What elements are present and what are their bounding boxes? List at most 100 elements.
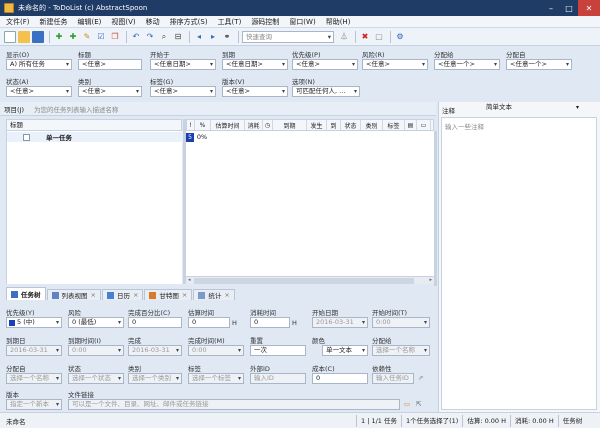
tab-list-view[interactable]: 列表视图 × — [46, 289, 101, 300]
pane-splitter[interactable] — [434, 131, 437, 286]
filter-alloc-to-select[interactable]: <任意一个> — [434, 59, 500, 70]
filter-icon[interactable]: ⏃ — [338, 31, 350, 43]
bookmark-icon[interactable]: ❐ — [109, 31, 121, 43]
tab-calendar[interactable]: 日历 × — [101, 289, 144, 300]
comments-format-select[interactable]: 简单文本 — [483, 103, 581, 114]
estimate-input[interactable]: 0 — [188, 317, 230, 328]
collapse-icon[interactable]: ⊟ — [172, 31, 184, 43]
start-time-select[interactable]: 0:00 — [372, 317, 430, 328]
edit-icon[interactable]: ✎ — [81, 31, 93, 43]
grid-row[interactable]: 5 0% — [186, 132, 210, 142]
filter-options-select[interactable]: 可匹配任何人, ... — [292, 86, 360, 97]
filter-priority-select[interactable]: <任意> — [292, 59, 358, 70]
close-tab-icon[interactable]: × — [182, 291, 187, 299]
checklist-icon[interactable]: ☑ — [95, 31, 107, 43]
cost-input[interactable]: 0 — [312, 373, 368, 384]
alloc-by-select[interactable]: 选择一个名称 — [6, 373, 62, 384]
col-clock-icon[interactable]: ◷ — [263, 120, 273, 130]
percent-input[interactable]: 0 — [128, 317, 182, 328]
recurrence-input[interactable]: 一次 — [250, 345, 306, 356]
filter-version-select[interactable]: <任意> — [222, 86, 288, 97]
new-list-icon[interactable] — [4, 30, 16, 43]
menu-sort[interactable]: 排序方式(S) — [170, 17, 208, 27]
comments-textarea[interactable]: 输入一些注释 — [441, 117, 597, 410]
filter-alloc-by-select[interactable]: <任意一个> — [506, 59, 572, 70]
filter-tags-select[interactable]: <任意> — [150, 86, 216, 97]
due-date-picker[interactable]: 2016-03-31 — [6, 345, 62, 356]
col-estimate[interactable]: 估算时间 — [211, 120, 245, 130]
filter-start-select[interactable]: <任意日期> — [150, 59, 216, 70]
add-task-icon[interactable]: ✚ — [53, 31, 65, 43]
grid-horizontal-scrollbar[interactable]: ◂ ▸ — [186, 276, 434, 284]
col-due[interactable]: 到期 — [273, 120, 307, 130]
move-right-icon[interactable]: ▸ — [207, 31, 219, 43]
find-icon[interactable]: ⌕ — [158, 31, 170, 43]
undo-icon[interactable]: ↶ — [130, 31, 142, 43]
col-category[interactable]: 类别 — [361, 120, 383, 130]
menu-window[interactable]: 窗口(W) — [289, 17, 315, 27]
menu-tools[interactable]: 工具(T) — [218, 17, 242, 27]
due-time-select[interactable]: 0:00 — [68, 345, 124, 356]
priority-select[interactable]: 5 (中) — [6, 317, 62, 328]
col-occur[interactable]: 发生 — [307, 120, 327, 130]
external-id-input[interactable]: 输入ID — [250, 373, 306, 384]
col-priority[interactable]: ! — [187, 120, 195, 130]
alloc-to-select[interactable]: 选择一个名称 — [372, 345, 430, 356]
quick-search-input[interactable]: 快速查询 — [242, 30, 334, 43]
menu-move[interactable]: 移动 — [146, 17, 160, 27]
filter-category-select[interactable]: <任意> — [78, 86, 142, 97]
binoculars-icon[interactable]: ⚭ — [221, 31, 233, 43]
scroll-left-icon[interactable]: ◂ — [188, 277, 191, 283]
file-link-input[interactable]: 可以是一个文件、目录、网址、邮件或任务链接 — [68, 399, 400, 410]
redo-icon[interactable]: ↷ — [144, 31, 156, 43]
tags-select[interactable]: 选择一个标签 — [188, 373, 244, 384]
filter-due-select[interactable]: <任意日期> — [222, 59, 288, 70]
open-link-icon[interactable]: ⇱ — [416, 400, 421, 408]
preferences-icon[interactable]: ⚙ — [394, 31, 406, 43]
spent-input[interactable]: 0 — [250, 317, 290, 328]
browse-folder-icon[interactable]: ▭ — [404, 400, 410, 408]
col-percent[interactable]: % — [195, 120, 211, 130]
tab-statistics[interactable]: 统计 × — [193, 289, 235, 300]
tab-gantt[interactable]: 甘特图 × — [144, 289, 193, 300]
task-checkbox[interactable] — [23, 133, 30, 141]
version-select[interactable]: 指定一个新本 — [6, 399, 62, 410]
status-select[interactable]: 选择一个状态 — [68, 373, 124, 384]
filter-risk-select[interactable]: <任意> — [362, 59, 428, 70]
color-select[interactable]: 单一文本 — [322, 345, 368, 356]
estimate-unit[interactable]: H — [232, 319, 237, 327]
start-date-picker[interactable]: 2016-03-31 — [312, 317, 368, 328]
done-time-select[interactable]: 0:00 — [188, 345, 244, 356]
col-status[interactable]: 状态 — [341, 120, 361, 130]
filter-show-select[interactable]: A) 所有任务 — [6, 59, 72, 70]
menu-edit[interactable]: 编辑(E) — [78, 17, 102, 27]
add-subtask-icon[interactable]: ✚ — [67, 31, 79, 43]
filter-status-select[interactable]: <任意> — [6, 86, 72, 97]
tree-header-title[interactable]: 标题 — [6, 119, 182, 131]
scrollbar-thumb[interactable] — [194, 278, 414, 284]
filter-title-input[interactable]: <任意> — [78, 59, 142, 70]
link-icon[interactable]: ⇗ — [418, 374, 423, 382]
open-folder-icon[interactable] — [18, 30, 30, 43]
close-tab-icon[interactable]: × — [91, 291, 96, 299]
tree-row[interactable]: 单一任务 — [7, 132, 183, 142]
col-file-icon[interactable]: ▤ — [405, 120, 417, 130]
col-flag-icon[interactable]: ▭ — [417, 120, 431, 130]
save-icon[interactable] — [32, 30, 44, 43]
minimize-button[interactable]: – — [542, 0, 560, 16]
archive-icon[interactable]: ▢ — [373, 31, 385, 43]
scroll-right-icon[interactable]: ▸ — [429, 277, 432, 283]
col-to[interactable]: 到 — [327, 120, 341, 130]
done-date-picker[interactable]: 2016-03-31 — [128, 345, 182, 356]
menu-view[interactable]: 视图(V) — [111, 17, 135, 27]
close-button[interactable]: ✕ — [578, 0, 600, 16]
depends-input[interactable]: 输入任务ID — [372, 373, 414, 384]
maximize-button[interactable]: □ — [560, 0, 578, 16]
project-name-input[interactable]: 为您的任务列表输入描述名称 — [34, 104, 119, 114]
col-spent[interactable]: 消耗 — [245, 120, 263, 130]
menu-file[interactable]: 文件(F) — [6, 17, 30, 27]
close-tab-icon[interactable]: × — [224, 291, 229, 299]
menu-help[interactable]: 帮助(H) — [326, 17, 351, 27]
category-select[interactable]: 选择一个类别 — [128, 373, 182, 384]
col-tags[interactable]: 标签 — [383, 120, 405, 130]
